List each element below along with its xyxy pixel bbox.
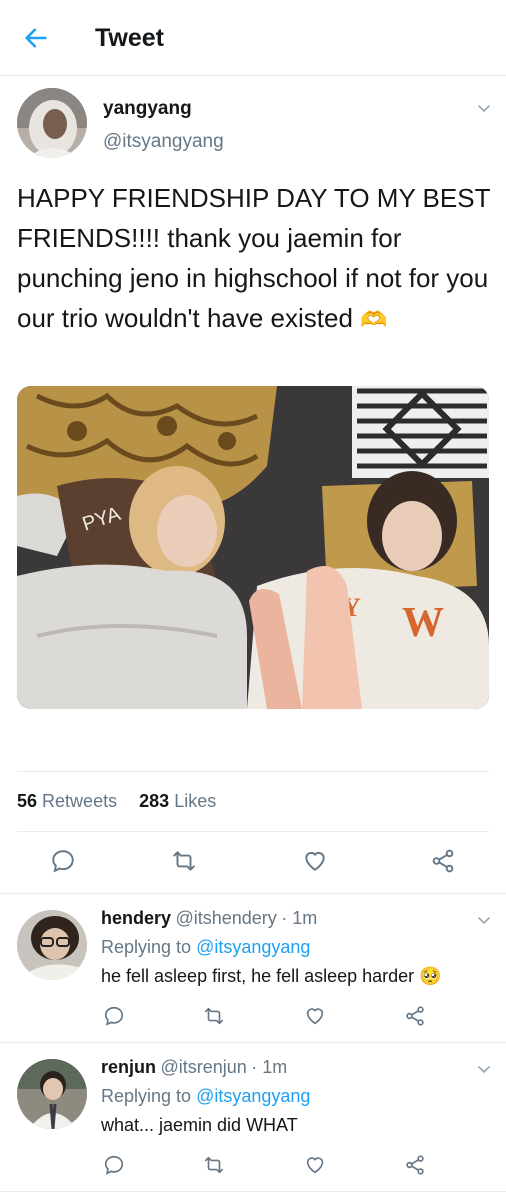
divider <box>17 771 489 772</box>
share-icon[interactable] <box>404 1005 426 1027</box>
reply-mention[interactable]: @itsyangyang <box>196 1086 310 1106</box>
divider <box>17 831 489 832</box>
retweet-icon[interactable] <box>203 1154 225 1176</box>
reply-header: renjun @itsrenjun · 1m <box>101 1057 287 1078</box>
arrow-left-icon[interactable] <box>22 24 50 52</box>
divider <box>0 1191 506 1192</box>
comment-icon[interactable] <box>50 848 76 874</box>
avatar[interactable] <box>17 88 87 158</box>
heart-icon[interactable] <box>304 1005 326 1027</box>
divider <box>0 1042 506 1043</box>
reply-text: he fell asleep first, he fell asleep har… <box>101 966 442 986</box>
tweet-text: HAPPY FRIENDSHIP DAY TO MY BEST FRIENDS!… <box>17 178 492 340</box>
reply-author-handle[interactable]: @itshendery <box>175 908 276 928</box>
svg-text:W: W <box>402 600 444 646</box>
retweet-icon[interactable] <box>171 848 197 874</box>
reply-mention[interactable]: @itsyangyang <box>196 937 310 957</box>
top-bar <box>0 0 506 76</box>
like-count[interactable]: 283 Likes <box>139 791 216 811</box>
reply-time: · 1m <box>251 1057 288 1077</box>
heart-hands-emoji: 🫶 <box>360 307 388 332</box>
retweet-count[interactable]: 56 Retweets <box>17 791 117 811</box>
share-icon[interactable] <box>404 1154 426 1176</box>
replying-to: Replying to @itsyangyang <box>101 1086 311 1106</box>
comment-icon[interactable] <box>103 1154 125 1176</box>
comment-icon[interactable] <box>103 1005 125 1027</box>
avatar[interactable] <box>17 910 87 980</box>
author-handle[interactable]: @itsyangyang <box>103 131 224 153</box>
reply-author-handle[interactable]: @itsrenjun <box>160 1057 246 1077</box>
reply-text: what... jaemin did WHAT <box>101 1115 298 1135</box>
replying-to: Replying to @itsyangyang <box>101 937 311 957</box>
heart-icon[interactable] <box>304 1154 326 1176</box>
tweet-stats: 56 Retweets 283 Likes <box>17 791 216 812</box>
pleading-face-emoji: 🥺 <box>419 966 442 986</box>
heart-icon[interactable] <box>302 848 328 874</box>
chevron-down-icon[interactable] <box>476 912 492 928</box>
author-name[interactable]: yangyang <box>103 98 192 120</box>
divider <box>0 893 506 894</box>
chevron-down-icon[interactable] <box>476 1061 492 1077</box>
share-icon[interactable] <box>430 848 456 874</box>
chevron-down-icon[interactable] <box>476 100 492 116</box>
tweet-photo[interactable]: PYA W Y <box>17 386 489 709</box>
tweet-body: HAPPY FRIENDSHIP DAY TO MY BEST FRIENDS!… <box>17 183 490 333</box>
reply-author-name[interactable]: renjun <box>101 1057 156 1077</box>
reply-time: · 1m <box>281 908 318 928</box>
reply-header: hendery @itshendery · 1m <box>101 908 317 929</box>
avatar[interactable] <box>17 1059 87 1129</box>
reply-author-name[interactable]: hendery <box>101 908 171 928</box>
retweet-icon[interactable] <box>203 1005 225 1027</box>
page-title: Tweet <box>95 24 164 52</box>
